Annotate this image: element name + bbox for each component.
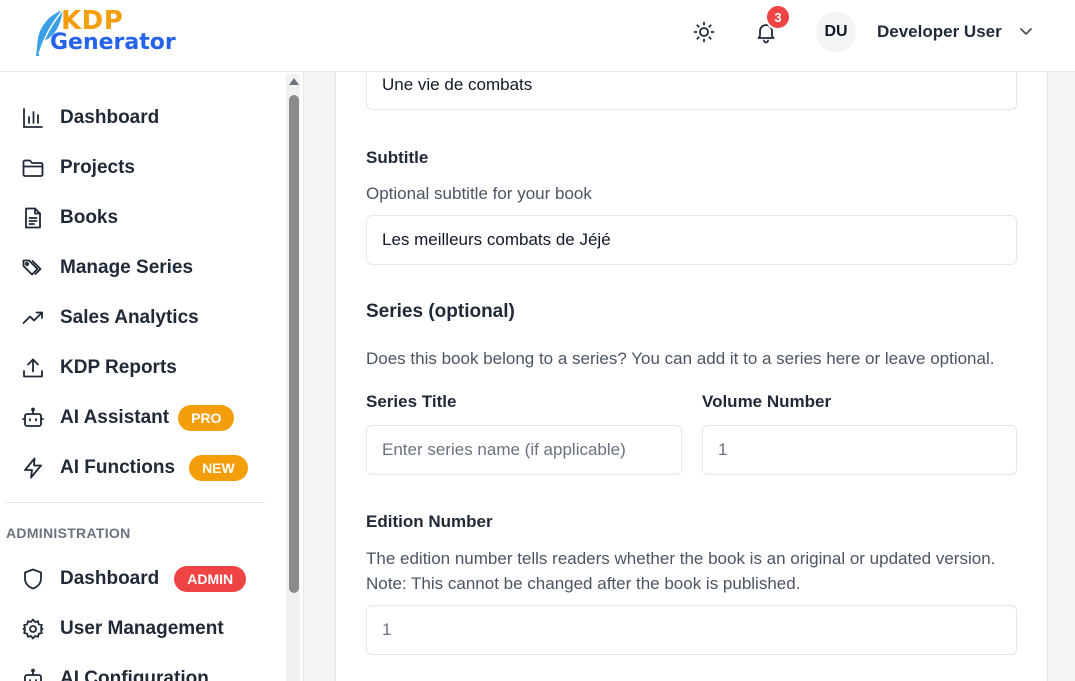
sidebar-item-label: AI Functions	[60, 457, 176, 478]
sidebar-item-label: AI Configuration	[60, 668, 209, 681]
sidebar-item-dashboard[interactable]: Dashboard	[20, 102, 159, 134]
robot-icon	[20, 666, 46, 681]
sidebar-item-ai-configuration[interactable]: AI Configuration	[20, 663, 209, 681]
sidebar-item-ai-assistant[interactable]: AI Assistant PRO	[20, 402, 235, 434]
series-title-input[interactable]	[366, 425, 682, 475]
sidebar-item-label: AI Assistant	[60, 407, 170, 428]
top-header: KDP Generator 3 DU Developer User	[0, 0, 1075, 72]
edition-number-input[interactable]	[366, 605, 1017, 655]
avatar[interactable]: DU	[816, 12, 856, 52]
sidebar-divider	[5, 502, 265, 503]
sidebar-scrollbar-thumb[interactable]	[289, 95, 299, 593]
series-title-label: Series Title	[366, 392, 457, 411]
title-input[interactable]	[366, 72, 1017, 110]
admin-section-label: ADMINISTRATION	[6, 525, 131, 541]
subtitle-input[interactable]	[366, 215, 1017, 265]
sidebar-item-ai-functions[interactable]: AI Functions NEW	[20, 452, 248, 484]
edition-number-label: Edition Number	[366, 512, 493, 531]
sidebar-item-label: Manage Series	[60, 257, 194, 278]
tags-icon	[20, 255, 46, 281]
series-section-heading: Series (optional)	[366, 301, 515, 322]
new-badge: NEW	[189, 455, 248, 481]
sidebar-item-manage-series[interactable]: Manage Series	[20, 252, 193, 284]
pro-badge: PRO	[178, 405, 235, 431]
bar-chart-icon	[20, 105, 46, 131]
sidebar: Dashboard Projects Books Manage Series S…	[0, 72, 304, 681]
lightning-icon	[20, 455, 46, 481]
notification-count-badge: 3	[765, 4, 791, 30]
subtitle-helper-text: Optional subtitle for your book	[366, 184, 592, 203]
edition-helper-text: The edition number tells readers whether…	[366, 549, 996, 568]
gear-icon	[20, 616, 46, 642]
sidebar-item-label: User Management	[60, 618, 224, 639]
sidebar-item-kdp-reports[interactable]: KDP Reports	[20, 352, 177, 384]
subtitle-label: Subtitle	[366, 148, 429, 167]
sidebar-item-user-management[interactable]: User Management	[20, 613, 224, 645]
upload-icon	[20, 355, 46, 381]
series-helper-text: Does this book belong to a series? You c…	[366, 349, 995, 368]
sidebar-item-sales-analytics[interactable]: Sales Analytics	[20, 302, 199, 334]
volume-number-label: Volume Number	[702, 392, 832, 411]
chevron-down-icon[interactable]	[1019, 26, 1033, 38]
book-details-card: Subtitle Optional subtitle for your book…	[335, 72, 1048, 681]
sidebar-item-projects[interactable]: Projects	[20, 152, 135, 184]
shield-icon	[20, 566, 46, 592]
folder-icon	[20, 155, 46, 181]
logo-generator-text: Generator	[50, 30, 176, 55]
theme-toggle-button[interactable]	[692, 20, 716, 44]
kdp-generator-logo[interactable]: KDP Generator	[33, 6, 193, 58]
main-content: Subtitle Optional subtitle for your book…	[305, 72, 1075, 681]
user-name[interactable]: Developer User	[877, 22, 1002, 42]
sidebar-item-books[interactable]: Books	[20, 202, 118, 234]
sidebar-item-label: Dashboard	[60, 568, 160, 589]
sidebar-item-label: Dashboard	[60, 107, 160, 128]
edition-note-text: Note: This cannot be changed after the b…	[366, 574, 801, 593]
sidebar-item-admin-dashboard[interactable]: Dashboard ADMIN	[20, 563, 247, 595]
sidebar-item-label: KDP Reports	[60, 357, 177, 378]
robot-icon	[20, 405, 46, 431]
volume-number-input[interactable]	[702, 425, 1017, 475]
scroll-up-arrow-icon[interactable]	[289, 78, 299, 85]
admin-badge: ADMIN	[174, 566, 247, 592]
sun-icon	[693, 21, 715, 43]
sidebar-item-label: Sales Analytics	[60, 307, 199, 328]
trending-up-icon	[20, 305, 46, 331]
sidebar-item-label: Projects	[60, 157, 135, 178]
document-icon	[20, 205, 46, 231]
sidebar-item-label: Books	[60, 207, 119, 228]
